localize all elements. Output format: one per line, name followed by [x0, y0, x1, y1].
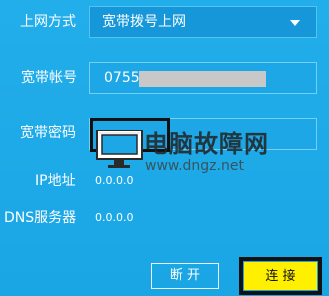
account-prefix: 0755	[104, 70, 140, 86]
account-label: 宽带帐号	[21, 70, 77, 86]
connect-button[interactable]: 连 接	[244, 262, 317, 290]
connection-type-value: 宽带拨号上网	[102, 14, 186, 30]
chevron-down-icon	[290, 20, 300, 26]
wan-settings-panel: 上网方式 宽带拨号上网 宽带帐号 0755 宽带密码 ••• 电脑故障网 www…	[0, 0, 329, 296]
account-input[interactable]: 0755	[89, 62, 317, 94]
ip-value: 0.0.0.0	[95, 174, 134, 187]
ip-label: IP地址	[35, 173, 76, 189]
dns-label: DNS服务器	[4, 210, 77, 226]
disconnect-button[interactable]: 断 开	[151, 263, 219, 289]
account-mask	[139, 71, 266, 87]
dns-value: 0.0.0.0	[95, 211, 134, 224]
connection-type-label: 上网方式	[20, 14, 76, 30]
password-label: 宽带密码	[20, 125, 76, 141]
password-highlight	[90, 118, 170, 152]
connection-type-select[interactable]: 宽带拨号上网	[89, 6, 317, 38]
watermark-url: www.dngz.net	[145, 158, 244, 174]
